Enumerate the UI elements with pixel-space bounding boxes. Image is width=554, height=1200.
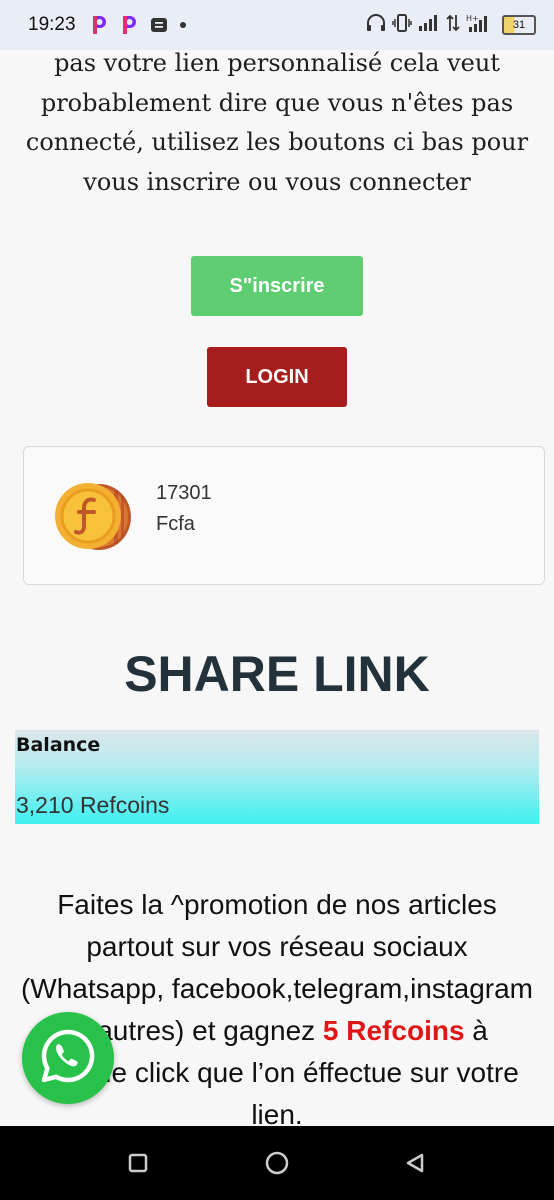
coin-balance-card: 17301 Fcfa bbox=[23, 446, 545, 585]
intro-message: pas votre lien personnalisé cela veut pr… bbox=[0, 44, 554, 202]
signup-button[interactable]: S"inscrire bbox=[191, 256, 363, 316]
home-button[interactable] bbox=[260, 1146, 294, 1180]
whatsapp-icon bbox=[38, 1026, 98, 1090]
picsart-notification-icon-2 bbox=[120, 14, 138, 36]
data-transfer-icon bbox=[446, 14, 460, 37]
balance-value: 3,210 Refcoins bbox=[16, 792, 170, 818]
back-button[interactable] bbox=[398, 1146, 432, 1180]
message-icon bbox=[150, 16, 168, 34]
vibrate-icon bbox=[392, 13, 412, 37]
intro-line: connecté, utilisez les boutons ci bas po… bbox=[25, 128, 529, 156]
intro-line: probablement dire que vous n'êtes pas bbox=[40, 88, 514, 117]
recent-apps-button[interactable] bbox=[121, 1146, 155, 1180]
dot-icon bbox=[179, 22, 186, 28]
signal-h-icon: H+ bbox=[466, 13, 492, 38]
svg-text:H+: H+ bbox=[466, 14, 479, 23]
whatsapp-button[interactable] bbox=[22, 1012, 114, 1104]
login-button[interactable]: LOGIN bbox=[207, 347, 347, 407]
headphones-icon bbox=[366, 13, 386, 37]
promo-text: Faites la ^promotion de nos articles par… bbox=[20, 884, 534, 1136]
balance-box: Balance 3,210 Refcoins bbox=[15, 730, 539, 824]
coin-amount: 17301 bbox=[156, 482, 212, 504]
status-time: 19:23 bbox=[28, 14, 76, 35]
coin-unit: Fcfa bbox=[156, 513, 195, 535]
status-bar: 19:23 H+ 31 bbox=[0, 0, 554, 50]
balance-label: Balance bbox=[16, 734, 101, 756]
coin-icon bbox=[54, 480, 134, 552]
navigation-bar bbox=[0, 1126, 554, 1200]
picsart-notification-icon bbox=[90, 14, 108, 36]
promo-highlight: 5 Refcoins bbox=[322, 1015, 465, 1046]
battery-icon: 31 bbox=[502, 15, 536, 35]
share-link-title: SHARE LINK bbox=[124, 646, 430, 702]
signal-icon bbox=[418, 14, 440, 37]
intro-line: pas votre lien personnalisé cela veut bbox=[54, 49, 500, 77]
intro-line: vous inscrire ou vous connecter bbox=[83, 167, 471, 196]
